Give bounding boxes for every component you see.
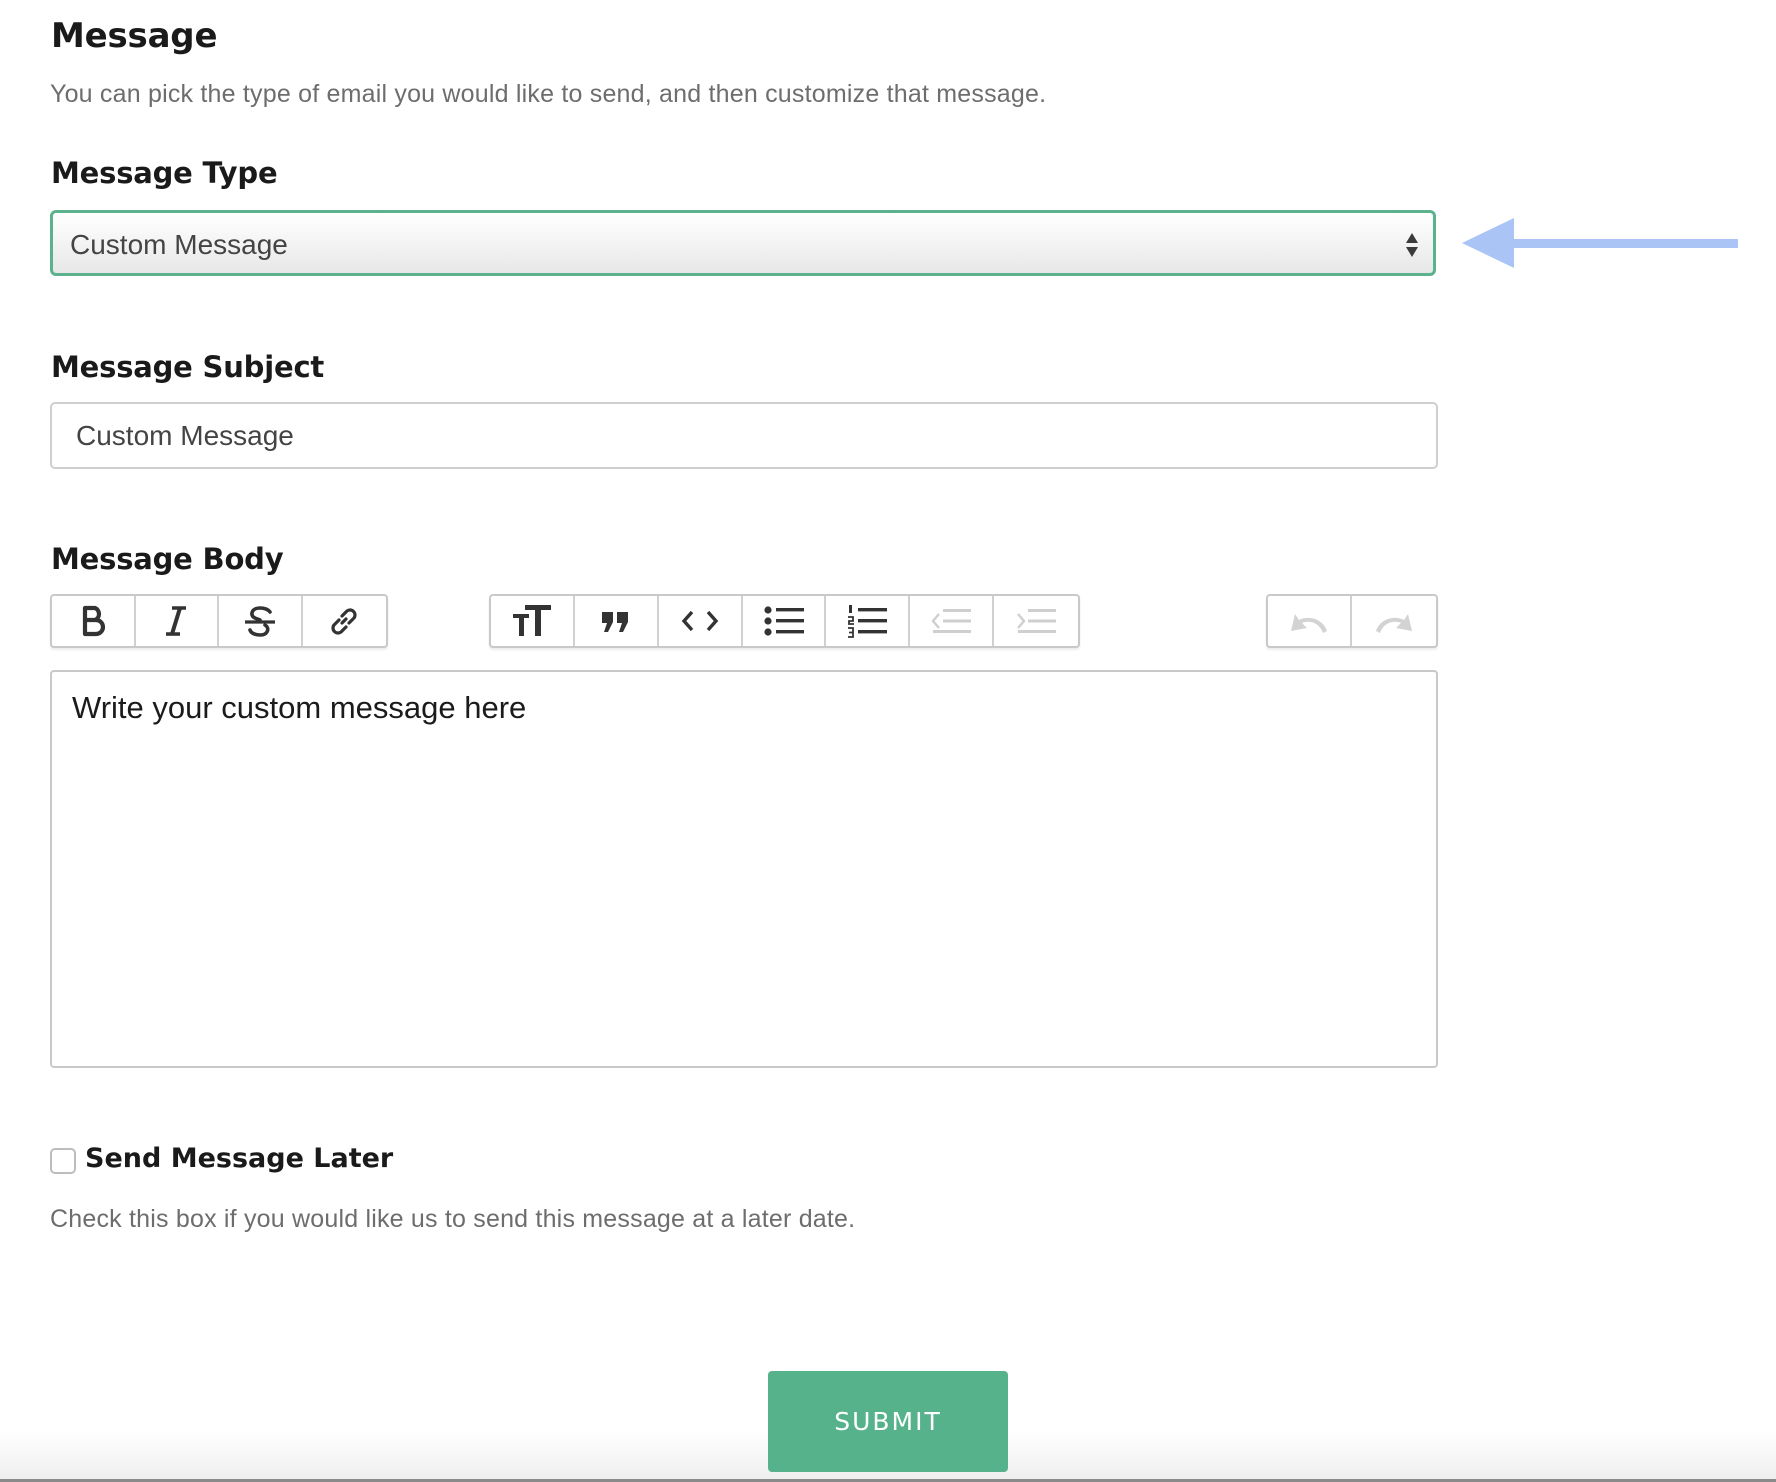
outdent-icon — [931, 609, 972, 633]
message-body-label: Message Body — [51, 542, 284, 576]
message-type-selected-value: Custom Message — [70, 229, 288, 260]
message-type-select[interactable]: Custom Message — [50, 210, 1436, 276]
send-later-checkbox[interactable] — [50, 1148, 76, 1174]
select-arrows-icon — [1406, 233, 1418, 257]
bold-button[interactable] — [52, 596, 136, 646]
quote-icon — [601, 612, 628, 632]
indent-button[interactable] — [994, 596, 1078, 646]
message-body-text: Write your custom message here — [72, 690, 527, 725]
heading-button[interactable] — [491, 596, 575, 646]
send-later-label[interactable]: Send Message Later — [85, 1143, 393, 1174]
strikethrough-icon — [244, 606, 275, 637]
redo-icon — [1376, 614, 1412, 633]
bullet-list-icon — [763, 606, 804, 636]
quote-button[interactable] — [575, 596, 659, 646]
message-form: Message You can pick the type of email y… — [0, 0, 1776, 1482]
italic-button[interactable] — [136, 596, 219, 646]
message-subject-input[interactable] — [50, 402, 1438, 469]
bullet-list-button[interactable] — [743, 596, 827, 646]
toolbar-history-group — [1266, 594, 1438, 648]
send-later-help: Check this box if you would like us to s… — [50, 1205, 856, 1233]
undo-icon — [1291, 614, 1327, 633]
message-subject-label: Message Subject — [51, 350, 325, 384]
redo-button[interactable] — [1352, 596, 1436, 646]
indent-icon — [1017, 609, 1057, 633]
message-body-editor[interactable]: Write your custom message here — [50, 670, 1438, 1068]
section-title: Message — [51, 16, 218, 56]
message-type-label: Message Type — [51, 156, 278, 190]
undo-button[interactable] — [1268, 596, 1352, 646]
code-button[interactable] — [659, 596, 743, 646]
heading-icon — [512, 605, 551, 636]
link-icon — [331, 608, 357, 635]
italic-icon — [166, 606, 187, 636]
link-button[interactable] — [303, 596, 386, 646]
numbered-list-icon — [848, 605, 888, 638]
toolbar-block-group — [489, 594, 1080, 648]
toolbar-text-group — [50, 594, 388, 648]
numbered-list-button[interactable] — [826, 596, 911, 646]
section-description: You can pick the type of email you would… — [50, 80, 1047, 108]
annotation-arrow-icon — [1462, 218, 1738, 268]
bold-icon — [82, 605, 105, 637]
code-icon — [681, 610, 718, 632]
outdent-button[interactable] — [910, 596, 995, 646]
submit-button[interactable]: SUBMIT — [768, 1371, 1008, 1472]
strikethrough-button[interactable] — [219, 596, 303, 646]
